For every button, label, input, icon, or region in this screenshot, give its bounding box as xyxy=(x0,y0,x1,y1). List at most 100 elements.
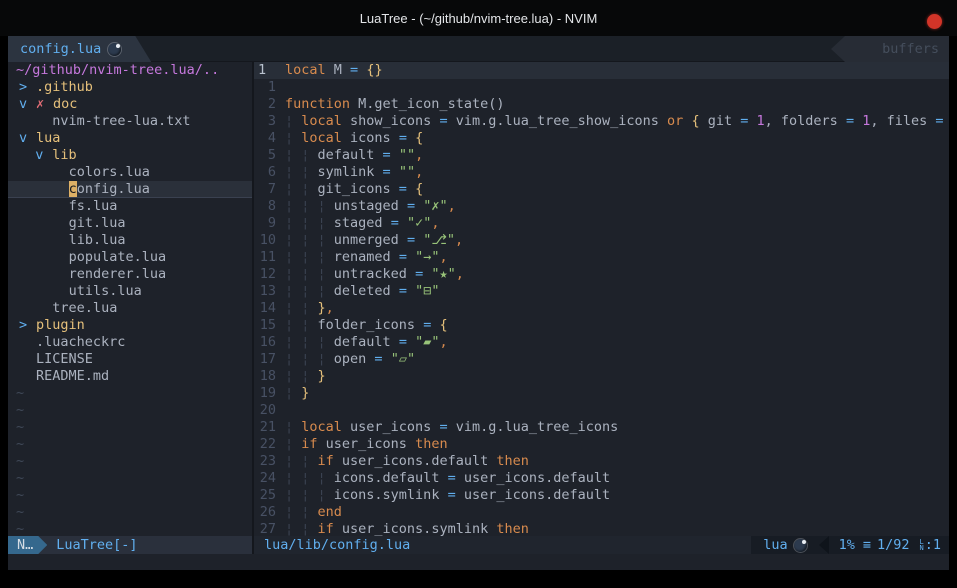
tilde-marker: ~ xyxy=(8,385,252,402)
tree-item-config.lua[interactable]: config.lua xyxy=(8,181,252,198)
tree-item-lib[interactable]: vlib xyxy=(8,147,252,164)
tree-item-label: nvim-tree-lua.txt xyxy=(52,113,190,130)
tree-item-lib.lua[interactable]: lib.lua xyxy=(8,232,252,249)
tree-item-label: lib xyxy=(52,147,76,164)
buffers-tab[interactable]: buffers xyxy=(831,36,949,62)
empty-buffer-lines: ~~~~~~~~~ xyxy=(8,385,252,536)
lines-icon: ≡ xyxy=(863,537,871,553)
code-line[interactable]: 24¦ ¦ ¦ icons.default = user_icons.defau… xyxy=(254,470,949,487)
line-number: 1 xyxy=(254,79,276,96)
code-text: ¦ ¦ folder_icons = { xyxy=(285,317,949,334)
window-title: LuaTree - (~/github/nvim-tree.lua) - NVI… xyxy=(0,11,957,26)
command-line[interactable] xyxy=(8,554,949,570)
code-line[interactable]: 14 ¦ ¦ }, xyxy=(254,300,949,317)
tilde-marker: ~ xyxy=(8,419,252,436)
code-text: ¦ ¦ ¦ unstaged = "✗", xyxy=(285,198,949,215)
code-line[interactable]: 15¦ ¦ folder_icons = { xyxy=(254,317,949,334)
tree-root-path: ~/github/nvim-tree.lua/.. xyxy=(8,62,252,79)
line-number: 11 xyxy=(254,249,276,266)
code-line[interactable]: 16¦ ¦ ¦ default = "▰", xyxy=(254,334,949,351)
code-line[interactable]: 10¦ ¦ ¦ unmerged = "⎇", xyxy=(254,232,949,249)
code-line[interactable]: 26¦ ¦ end xyxy=(254,504,949,521)
mode-indicator: N… xyxy=(8,536,47,554)
tree-item-LICENSE[interactable]: LICENSE xyxy=(8,351,252,368)
tree-item-lua[interactable]: vlua xyxy=(8,130,252,147)
code-line[interactable]: 22¦ if user_icons then xyxy=(254,436,949,453)
chevron-down-icon[interactable]: v xyxy=(19,130,36,147)
tree-item-doc[interactable]: v✗doc xyxy=(8,96,252,113)
code-window[interactable]: 1local M = {}12function M.get_icon_state… xyxy=(254,62,949,536)
code-line[interactable]: 17¦ ¦ ¦ open = "▱" xyxy=(254,351,949,368)
tree-item-label: tree.lua xyxy=(52,300,117,317)
code-line[interactable]: 13¦ ¦ ¦ deleted = "⊟" xyxy=(254,283,949,300)
chevron-right-icon[interactable]: > xyxy=(19,79,36,96)
code-line[interactable]: 11¦ ¦ ¦ renamed = "→", xyxy=(254,249,949,266)
chevron-right-icon[interactable]: > xyxy=(19,317,36,334)
tree-item-plugin[interactable]: >plugin xyxy=(8,317,252,334)
code-text: ¦ ¦ ¦ icons.symlink = user_icons.default xyxy=(285,487,949,504)
code-line[interactable]: 3¦ local show_icons = vim.g.lua_tree_sho… xyxy=(254,113,949,130)
code-line[interactable]: 9¦ ¦ ¦ staged = "✓", xyxy=(254,215,949,232)
code-text: local M = {} xyxy=(285,62,949,79)
code-line[interactable]: 19¦ } xyxy=(254,385,949,402)
chevron-down-icon[interactable]: v xyxy=(35,147,52,164)
chevron-left-icon xyxy=(819,536,829,554)
tree-item-label: fs.lua xyxy=(69,198,118,215)
tree-item-tree.lua[interactable]: tree.lua xyxy=(8,300,252,317)
terminal: config.lua buffers ~/github/nvim-tree.lu… xyxy=(8,36,949,570)
code-text: ¦ local show_icons = vim.g.lua_tree_show… xyxy=(285,113,949,130)
code-text: ¦ ¦ ¦ untracked = "★", xyxy=(285,266,949,283)
code-text: function M.get_icon_state() xyxy=(285,96,949,113)
code-line[interactable]: 1 xyxy=(254,79,949,96)
tree-item-label: config.lua xyxy=(69,181,150,198)
code-line[interactable]: 20 xyxy=(254,402,949,419)
code-text: ¦ ¦ if user_icons.symlink then xyxy=(285,521,949,536)
tree-item-.luacheckrc[interactable]: .luacheckrc xyxy=(8,334,252,351)
code-line[interactable]: 4¦ local icons = { xyxy=(254,130,949,147)
tree-item-nvim-tree-lua.txt[interactable]: nvim-tree-lua.txt xyxy=(8,113,252,130)
code-line[interactable]: 27¦ ¦ if user_icons.symlink then xyxy=(254,521,949,536)
tabline: config.lua buffers xyxy=(8,36,949,62)
block-cursor: c xyxy=(69,181,77,197)
line-number: 7 xyxy=(254,181,276,198)
line-number: 12 xyxy=(254,266,276,283)
tree-window-name: LuaTree[-] xyxy=(56,537,137,553)
statusline-tree-segment: N… LuaTree[-] xyxy=(8,536,252,554)
tree-item-git.lua[interactable]: git.lua xyxy=(8,215,252,232)
tree-item-renderer.lua[interactable]: renderer.lua xyxy=(8,266,252,283)
lua-icon xyxy=(108,43,121,56)
code-line[interactable]: 21¦ local user_icons = vim.g.lua_tree_ic… xyxy=(254,419,949,436)
chevron-down-icon[interactable]: v xyxy=(19,96,36,113)
tree-item-fs.lua[interactable]: fs.lua xyxy=(8,198,252,215)
git-dirty-icon: ✗ xyxy=(36,96,53,113)
tree-item-utils.lua[interactable]: utils.lua xyxy=(8,283,252,300)
tree-items: >.githubv✗docnvim-tree-lua.txtvluavlibco… xyxy=(8,79,252,385)
tree-item-.github[interactable]: >.github xyxy=(8,79,252,96)
tree-item-colors.lua[interactable]: colors.lua xyxy=(8,164,252,181)
code-text: ¦ ¦ ¦ open = "▱" xyxy=(285,351,949,368)
code-text: ¦ ¦ ¦ deleted = "⊟" xyxy=(285,283,949,300)
tab-config-lua[interactable]: config.lua xyxy=(8,36,151,62)
code-line[interactable]: 6¦ ¦ symlink = "", xyxy=(254,164,949,181)
code-line[interactable]: 2function M.get_icon_state() xyxy=(254,96,949,113)
code-text: ¦ ¦ ¦ unmerged = "⎇", xyxy=(285,232,949,249)
code-line[interactable]: 1local M = {} xyxy=(254,62,949,79)
tilde-marker: ~ xyxy=(8,470,252,487)
code-line[interactable]: 7¦ ¦ git_icons = { xyxy=(254,181,949,198)
tree-item-README.md[interactable]: README.md xyxy=(8,368,252,385)
code-line[interactable]: 23¦ ¦ if user_icons.default then xyxy=(254,453,949,470)
tree-item-populate.lua[interactable]: populate.lua xyxy=(8,249,252,266)
line-number: 9 xyxy=(254,215,276,232)
code-line[interactable]: 8¦ ¦ ¦ unstaged = "✗", xyxy=(254,198,949,215)
line-number: 14 xyxy=(254,300,276,317)
line-number: 20 xyxy=(254,402,276,419)
code-line[interactable]: 12 ¦ ¦ ¦ untracked = "★", xyxy=(254,266,949,283)
code-line[interactable]: 18¦ ¦ } xyxy=(254,368,949,385)
code-text: ¦ ¦ }, xyxy=(285,300,949,317)
code-line[interactable]: 25¦ ¦ ¦ icons.symlink = user_icons.defau… xyxy=(254,487,949,504)
scroll-percent: 1% xyxy=(839,537,855,553)
file-tree-window[interactable]: ~/github/nvim-tree.lua/.. >.githubv✗docn… xyxy=(8,62,252,536)
code-line[interactable]: 5¦ ¦ default = "", xyxy=(254,147,949,164)
close-button[interactable] xyxy=(927,14,942,29)
code-text: ¦ ¦ } xyxy=(285,368,949,385)
